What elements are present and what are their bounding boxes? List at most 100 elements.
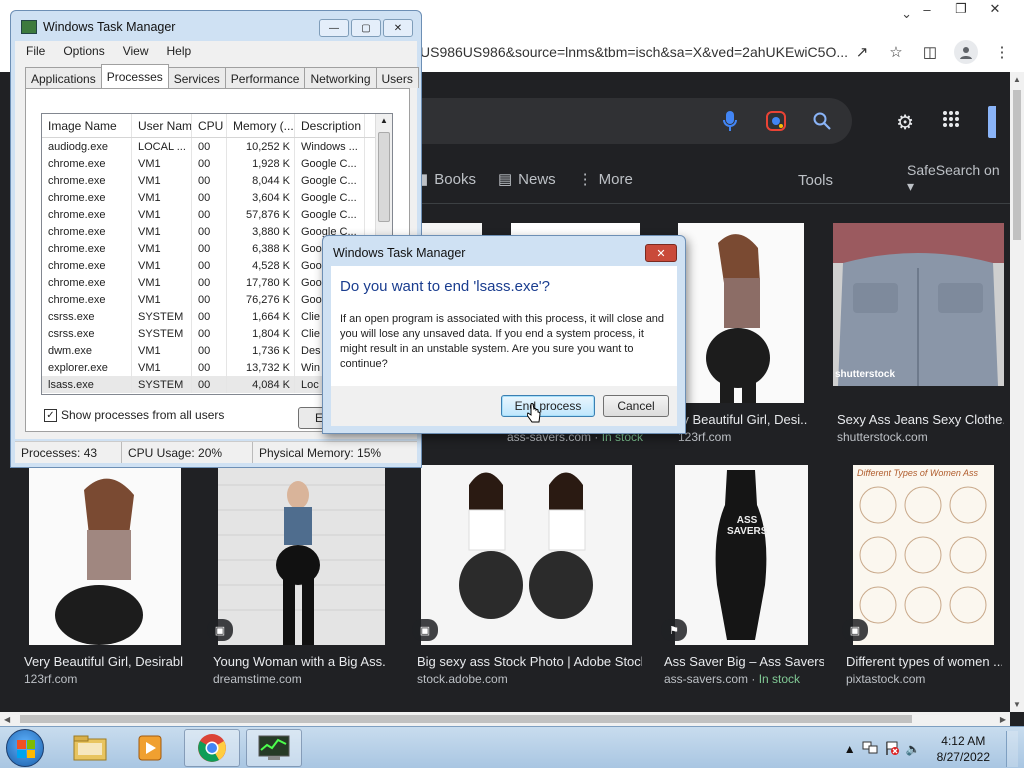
- scrollbar-thumb[interactable]: [1013, 90, 1021, 240]
- close-icon[interactable]: ✕: [980, 0, 1010, 18]
- table-row[interactable]: chrome.exe VM1 00 8,044 K Google C...: [42, 172, 392, 189]
- menu-view[interactable]: View: [123, 44, 149, 58]
- image-caption: Different Types of Women Ass: [857, 468, 979, 478]
- image-result-title[interactable]: Different types of women ...: [846, 654, 1002, 669]
- google-lens-icon[interactable]: [764, 109, 788, 133]
- column-user-name[interactable]: User Name: [132, 114, 192, 137]
- address-bar[interactable]: US986US986&source=lnms&tbm=isch&sa=X&ved…: [410, 38, 860, 66]
- tab-processes[interactable]: Processes: [100, 64, 169, 88]
- confirm-end-process-button[interactable]: End process: [501, 395, 595, 417]
- show-hidden-icons-icon[interactable]: ▲: [844, 742, 856, 756]
- table-cell: VM1: [132, 155, 192, 172]
- network-icon[interactable]: [862, 741, 878, 758]
- table-row[interactable]: chrome.exe VM1 00 3,604 K Google C...: [42, 189, 392, 206]
- scrollbar-thumb[interactable]: [378, 132, 390, 222]
- action-center-flag-icon[interactable]: [884, 740, 900, 759]
- scroll-down-arrow-icon[interactable]: ▼: [1013, 700, 1021, 709]
- settings-gear-icon[interactable]: ⚙: [896, 110, 914, 135]
- image-result-title[interactable]: ry Beautiful Girl, Desi...: [678, 412, 808, 427]
- image-result-title[interactable]: Big sexy ass Stock Photo | Adobe Stock: [417, 654, 642, 669]
- task-manager-window-controls: — ▢ ✕: [319, 19, 413, 37]
- column-cpu[interactable]: CPU: [192, 114, 227, 137]
- tab-networking[interactable]: Networking: [304, 67, 377, 88]
- image-result-thumb[interactable]: [29, 465, 181, 645]
- column-image-name[interactable]: Image Name: [42, 114, 132, 137]
- kebab-menu-icon[interactable]: ⋮: [992, 42, 1012, 62]
- dialog-question: Do you want to end 'lsass.exe'?: [340, 278, 551, 295]
- image-result-thumb[interactable]: ASS SAVERS: [675, 465, 808, 645]
- table-cell: 1,928 K: [227, 155, 295, 172]
- image-result-thumb[interactable]: [678, 223, 804, 403]
- clock[interactable]: 4:12 AM 8/27/2022: [937, 733, 990, 765]
- taskbar: ▲ 🔈 4:12 AM 8/27/2022: [0, 726, 1024, 768]
- safesearch-toggle[interactable]: SafeSearch on ▾: [907, 162, 1010, 195]
- scroll-left-arrow-icon[interactable]: ◀: [4, 715, 10, 724]
- minimize-icon[interactable]: –: [912, 0, 942, 18]
- image-result-thumb[interactable]: Different Types of Women Ass: [853, 465, 994, 645]
- image-result-title[interactable]: Ass Saver Big – Ass Savers: [664, 654, 824, 669]
- share-icon[interactable]: ↗: [852, 42, 872, 62]
- google-apps-grid-icon[interactable]: [942, 110, 960, 134]
- image-result-thumb[interactable]: shutterstock: [833, 223, 1004, 386]
- scroll-right-arrow-icon[interactable]: ▶: [1000, 715, 1006, 724]
- close-icon[interactable]: ✕: [383, 19, 413, 37]
- tab-performance[interactable]: Performance: [224, 67, 306, 88]
- scroll-up-arrow-icon[interactable]: ▲: [1013, 75, 1021, 84]
- show-desktop-button[interactable]: [1006, 731, 1018, 767]
- checkmark-icon[interactable]: ✓: [44, 408, 57, 422]
- task-manager-titlebar[interactable]: Windows Task Manager: [21, 20, 175, 34]
- chrome-taskbar-icon[interactable]: [184, 729, 240, 767]
- account-button-edge[interactable]: [988, 106, 996, 138]
- nav-news[interactable]: ▤ News: [498, 170, 556, 189]
- search-icon[interactable]: [810, 109, 834, 133]
- side-panel-icon[interactable]: ◫: [920, 42, 940, 62]
- table-cell: 00: [192, 172, 227, 189]
- column-memory[interactable]: Memory (...: [227, 114, 295, 137]
- tab-users[interactable]: Users: [375, 67, 419, 88]
- image-result-title[interactable]: Sexy Ass Jeans Sexy Clothe...: [837, 412, 1004, 427]
- show-all-processes-checkbox[interactable]: ✓ Show processes from all users: [44, 408, 224, 422]
- close-icon[interactable]: ✕: [645, 244, 677, 262]
- dialog-title[interactable]: Windows Task Manager: [333, 246, 465, 260]
- table-row[interactable]: chrome.exe VM1 00 1,928 K Google C...: [42, 155, 392, 172]
- menu-file[interactable]: File: [26, 44, 45, 58]
- scrollbar-thumb[interactable]: [20, 715, 912, 723]
- media-player-icon[interactable]: [122, 729, 178, 767]
- restore-icon[interactable]: ❐: [946, 0, 976, 18]
- nav-books[interactable]: ▮ Books: [420, 170, 476, 189]
- search-box[interactable]: [360, 98, 852, 144]
- tab-search-icon[interactable]: ⌄: [901, 6, 912, 22]
- table-row[interactable]: audiodg.exe LOCAL ... 00 10,252 K Windows ..…: [42, 138, 392, 155]
- scroll-up-arrow-icon[interactable]: ▲: [380, 116, 388, 125]
- tab-services[interactable]: Services: [167, 67, 226, 88]
- cancel-button[interactable]: Cancel: [603, 395, 669, 417]
- bookmark-star-icon[interactable]: ☆: [886, 42, 906, 62]
- menu-options[interactable]: Options: [63, 44, 104, 58]
- start-button-icon[interactable]: [6, 729, 44, 767]
- image-result-title[interactable]: Very Beautiful Girl, Desirabl...: [24, 654, 184, 669]
- task-manager-taskbar-icon[interactable]: [246, 729, 302, 767]
- file-explorer-icon[interactable]: [62, 729, 118, 767]
- image-result-thumb[interactable]: [218, 465, 385, 645]
- table-row[interactable]: chrome.exe VM1 00 57,876 K Google C...: [42, 206, 392, 223]
- menu-help[interactable]: Help: [167, 44, 192, 58]
- table-cell: explorer.exe: [42, 359, 132, 376]
- image-result-title[interactable]: Young Woman with a Big Ass. ...: [213, 654, 388, 669]
- volume-icon[interactable]: 🔈: [906, 742, 921, 756]
- tools-button[interactable]: Tools: [798, 172, 833, 189]
- clock-date: 8/27/2022: [936, 750, 990, 764]
- column-description[interactable]: Description: [295, 114, 365, 137]
- nav-more[interactable]: ⋮ More: [578, 170, 633, 189]
- table-cell: 6,388 K: [227, 240, 295, 257]
- profile-avatar-icon[interactable]: [954, 40, 978, 64]
- image-result-thumb[interactable]: [421, 465, 632, 645]
- table-cell: chrome.exe: [42, 223, 132, 240]
- page-vertical-scrollbar[interactable]: ▲ ▼: [1010, 72, 1024, 712]
- table-cell: 10,252 K: [227, 138, 295, 155]
- minimize-icon[interactable]: —: [319, 19, 349, 37]
- maximize-icon[interactable]: ▢: [351, 19, 381, 37]
- microphone-icon[interactable]: [718, 109, 742, 133]
- table-cell: chrome.exe: [42, 155, 132, 172]
- page-horizontal-scrollbar[interactable]: ◀ ▶: [0, 712, 1010, 726]
- tab-applications[interactable]: Applications: [25, 67, 102, 88]
